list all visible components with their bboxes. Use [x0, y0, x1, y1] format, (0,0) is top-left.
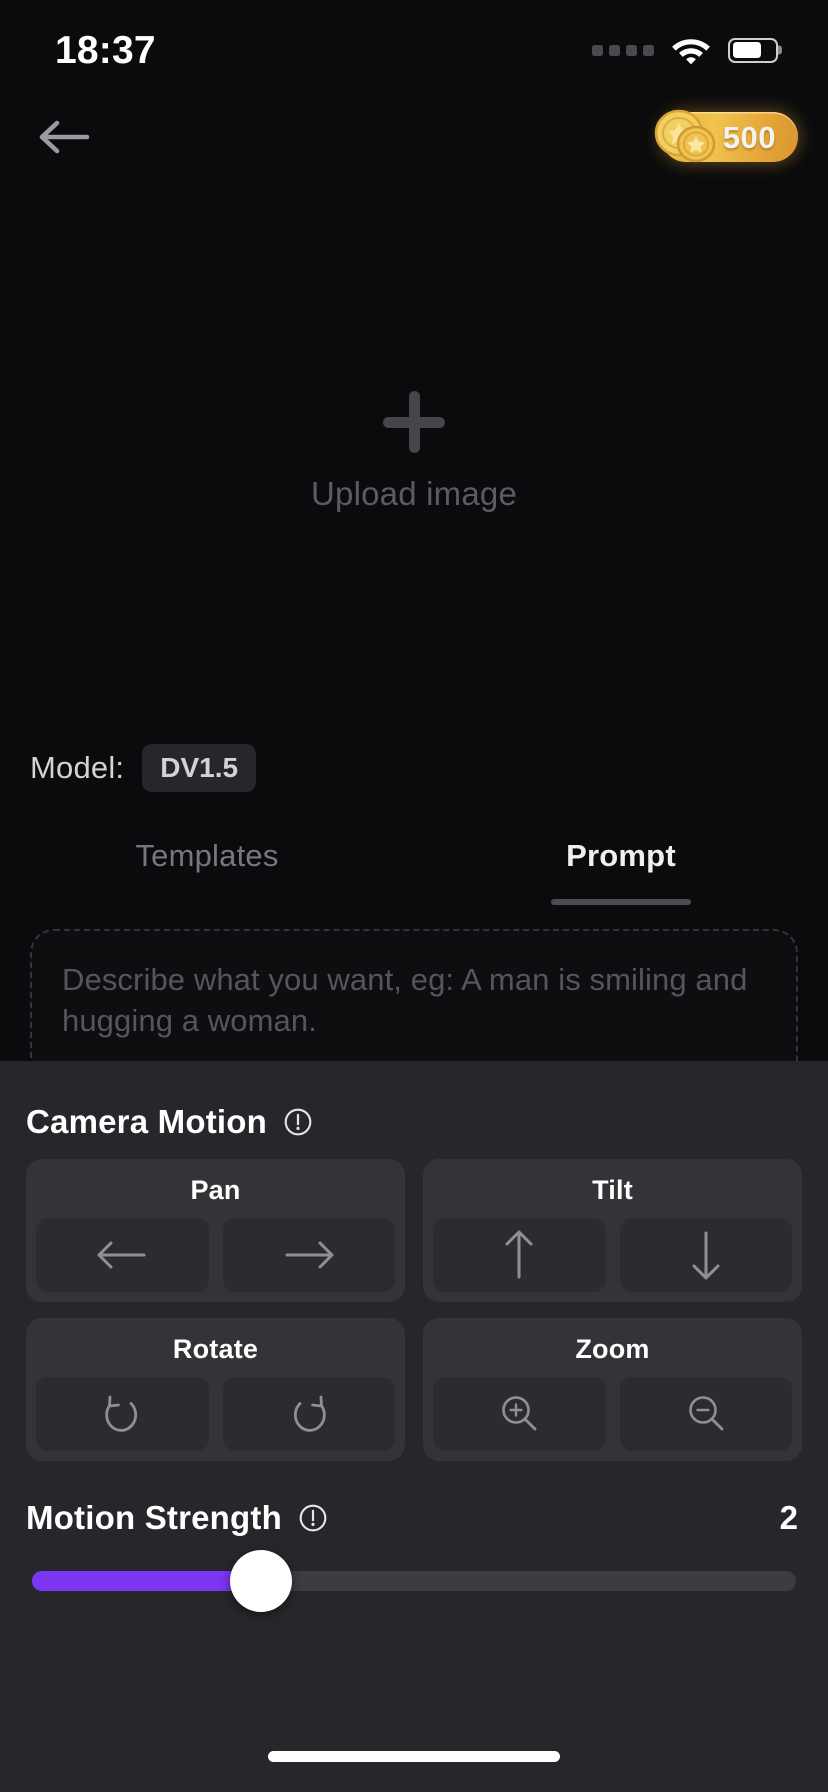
rotate-clockwise-icon — [293, 1395, 326, 1432]
rotate-clockwise-button[interactable] — [222, 1377, 395, 1451]
motion-strength-header: Motion Strength 2 — [26, 1461, 802, 1537]
arrow-up-icon — [505, 1230, 533, 1279]
status-bar-indicators — [592, 30, 778, 65]
tab-prompt-label: Prompt — [566, 838, 676, 873]
rotate-group-label: Rotate — [172, 1334, 259, 1364]
tilt-down-button[interactable] — [619, 1218, 792, 1292]
zoom-out-button[interactable] — [619, 1377, 792, 1451]
zoom-in-button[interactable] — [433, 1377, 606, 1451]
prompt-section: Describe what you want, eg: A man is smi… — [0, 905, 828, 1061]
zoom-in-icon — [502, 1396, 537, 1431]
nav-bar: 500 — [0, 94, 828, 180]
pan-group-label: Pan — [190, 1175, 241, 1205]
coin-stack-icon — [654, 109, 716, 163]
tab-prompt[interactable]: Prompt — [414, 813, 828, 905]
status-bar: 18:37 — [0, 0, 828, 94]
pan-left-button[interactable] — [36, 1218, 209, 1292]
rotate-counterclockwise-icon — [105, 1395, 138, 1432]
coin-balance-amount: 500 — [722, 119, 776, 155]
camera-motion-group-rotate: Rotate — [26, 1318, 405, 1461]
slider-thumb[interactable] — [230, 1550, 293, 1612]
upload-image-label: Upload image — [310, 474, 518, 512]
back-button[interactable] — [28, 101, 100, 173]
motion-strength-title: Motion Strength — [26, 1499, 282, 1536]
upload-image-dropzone[interactable]: Upload image — [0, 180, 828, 723]
wifi-icon — [672, 38, 710, 64]
prompt-placeholder: Describe what you want, eg: A man is smi… — [62, 962, 748, 1039]
tilt-up-button[interactable] — [433, 1218, 606, 1292]
zoom-group-label: Zoom — [575, 1334, 650, 1364]
arrow-right-icon — [285, 1241, 334, 1269]
camera-motion-grid: Pan Tilt Rotate Zoom — [26, 1159, 802, 1461]
tab-bar: Templates Prompt — [0, 813, 828, 905]
signal-dots-icon — [592, 44, 654, 56]
camera-motion-group-pan: Pan — [26, 1159, 405, 1302]
prompt-input[interactable]: Describe what you want, eg: A man is smi… — [30, 929, 798, 1061]
model-label: Model: — [30, 750, 125, 785]
status-bar-time: 18:37 — [55, 28, 156, 72]
battery-icon — [728, 37, 778, 63]
camera-motion-title: Camera Motion — [26, 1103, 267, 1140]
controls-panel: Camera Motion Pan Tilt Rotate Zoom Motio… — [0, 1061, 828, 1792]
model-selector-chip[interactable]: DV1.5 — [142, 744, 257, 792]
tilt-group-label: Tilt — [592, 1175, 633, 1205]
home-indicator — [268, 1750, 560, 1762]
model-row: Model: DV1.5 — [0, 723, 828, 813]
arrow-left-icon — [97, 1241, 146, 1269]
info-circle-icon[interactable] — [283, 1107, 313, 1137]
slider-track[interactable] — [32, 1550, 796, 1612]
motion-strength-slider[interactable] — [26, 1537, 802, 1633]
tab-templates[interactable]: Templates — [0, 813, 414, 905]
rotate-counterclockwise-button[interactable] — [36, 1377, 209, 1451]
camera-motion-group-zoom: Zoom — [423, 1318, 802, 1461]
info-circle-icon[interactable] — [298, 1503, 328, 1533]
camera-motion-header: Camera Motion — [26, 1087, 802, 1159]
zoom-out-icon — [688, 1396, 724, 1431]
app-root: 18:37 500 Upload image Model: DV1.5 Temp… — [0, 0, 828, 1792]
home-indicator-area — [26, 1720, 802, 1792]
motion-strength-value: 2 — [779, 1499, 798, 1536]
coin-balance-badge[interactable]: 500 — [654, 109, 798, 163]
plus-icon — [383, 390, 445, 453]
slider-fill — [32, 1571, 262, 1591]
pan-right-button[interactable] — [222, 1218, 395, 1292]
arrow-down-icon — [692, 1231, 720, 1280]
arrow-left-icon — [39, 120, 90, 154]
camera-motion-group-tilt: Tilt — [423, 1159, 802, 1302]
tab-templates-label: Templates — [135, 838, 279, 873]
